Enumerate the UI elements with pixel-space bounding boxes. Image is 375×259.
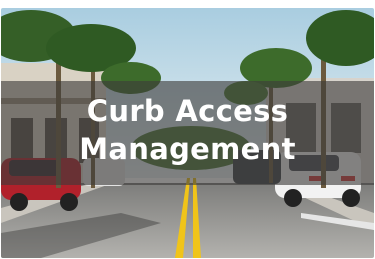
curb-access-card[interactable]: Curb Access Management [1, 8, 374, 258]
card-title-line-2: Management [79, 132, 296, 166]
card-title: Curb Access Management [1, 92, 374, 168]
card-title-line-1: Curb Access [86, 94, 289, 128]
